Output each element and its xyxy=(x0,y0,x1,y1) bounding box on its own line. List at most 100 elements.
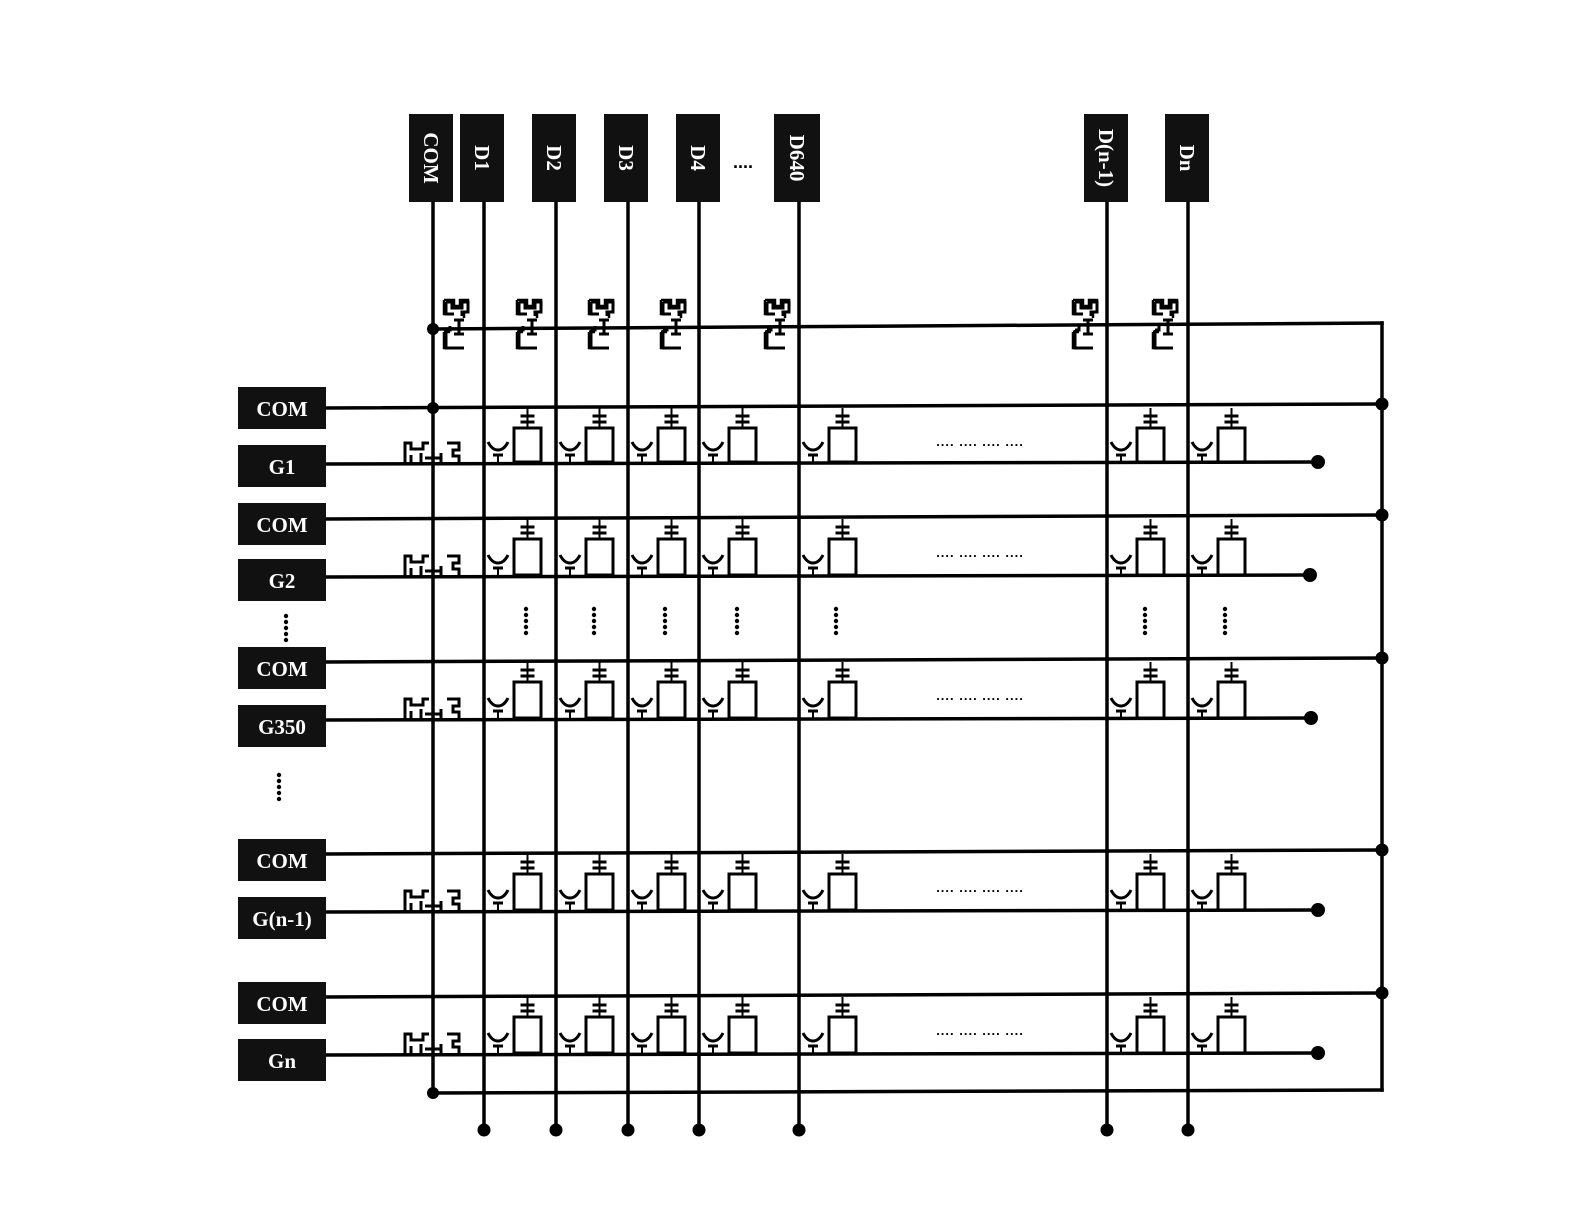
left-label-com-1: COM xyxy=(238,387,326,429)
vertical-ellipsis xyxy=(523,624,529,630)
pixel-cell xyxy=(486,854,543,912)
label-text: D2 xyxy=(542,145,566,171)
gate-line xyxy=(324,460,1320,466)
data-line-end-dot xyxy=(792,1123,806,1137)
junction-dot xyxy=(1375,508,1389,522)
vertical-ellipsis xyxy=(734,630,740,636)
gate-line-end-dot xyxy=(1311,903,1325,917)
pixel-electrode xyxy=(827,1015,858,1055)
label-text: Gn xyxy=(268,1049,296,1073)
vertical-ellipsis xyxy=(1142,606,1148,612)
pixel-electrode xyxy=(1216,426,1247,464)
top-label-dn-1: D(n-1) xyxy=(1084,114,1128,202)
pixel-tft-icon xyxy=(1190,554,1214,565)
vertical-ellipsis xyxy=(591,606,597,612)
vertical-ellipsis xyxy=(1222,630,1228,636)
pixel-cell xyxy=(801,997,858,1055)
vertical-ellipsis xyxy=(662,618,668,624)
protection-tft-icon xyxy=(587,298,615,350)
gate-line-end-dot xyxy=(1303,568,1317,582)
pixel-electrode xyxy=(1216,537,1247,577)
vertical-ellipsis xyxy=(591,630,597,636)
vertical-ellipsis xyxy=(523,618,529,624)
pixel-cell xyxy=(486,519,543,577)
vertical-ellipsis xyxy=(833,624,839,630)
pixel-cell xyxy=(630,854,687,912)
row-ellipsis: .... .... .... .... xyxy=(936,880,1024,895)
top-label-com-top: COM xyxy=(409,114,453,202)
pixel-tft-icon xyxy=(801,1032,825,1043)
data-line-end-dot xyxy=(692,1123,706,1137)
pixel-cell xyxy=(801,662,858,720)
ellipses: .... .... .... .... .... .... .... .... ..… xyxy=(276,152,1228,1038)
pixel-tft-icon xyxy=(486,889,510,900)
left-label-gn-1: G(n-1) xyxy=(238,897,326,939)
label-text: D(n-1) xyxy=(1094,129,1118,187)
tft-body xyxy=(515,298,543,350)
vertical-ellipsis xyxy=(1142,624,1148,630)
pixel-tft-icon xyxy=(701,441,725,452)
vertical-ellipsis xyxy=(283,631,289,637)
pixel-tft-icon xyxy=(801,697,825,708)
label-text: D3 xyxy=(614,145,638,171)
pixel-tft-icon xyxy=(801,554,825,565)
pixel-tft-icon xyxy=(701,1032,725,1043)
bottom-shorting-bar xyxy=(431,1088,1384,1095)
pixel-cell xyxy=(1109,854,1166,912)
vertical-ellipsis xyxy=(523,630,529,636)
pixel-cell xyxy=(801,519,858,577)
pixel-electrode xyxy=(1135,1015,1166,1055)
top-label-d1: D1 xyxy=(460,114,504,202)
vertical-ellipsis xyxy=(662,606,668,612)
pixel-cell xyxy=(558,662,615,720)
vertical-ellipsis xyxy=(1222,624,1228,630)
left-label-com-2: COM xyxy=(238,503,326,545)
pixel-cell xyxy=(1109,408,1166,464)
pixel-cell xyxy=(630,519,687,577)
top-label-dn: Dn xyxy=(1165,114,1209,202)
row-ellipsis: .... .... .... .... xyxy=(936,688,1024,703)
vertical-ellipsis xyxy=(734,624,740,630)
vertical-ellipsis xyxy=(276,796,282,802)
pixel-electrode xyxy=(727,537,758,577)
left-label-g350: G350 xyxy=(238,705,326,747)
pixel-cell xyxy=(486,662,543,720)
pixel-cell xyxy=(701,519,758,577)
pixel-tft-icon xyxy=(701,554,725,565)
pixel-tft-icon xyxy=(486,554,510,565)
pixel-electrode xyxy=(727,426,758,464)
top-ellipsis: .... xyxy=(733,152,753,172)
vertical-ellipsis xyxy=(1142,630,1148,636)
label-text: G1 xyxy=(269,455,296,479)
pixel-tft-icon xyxy=(1109,441,1133,452)
pixel-electrode xyxy=(1216,872,1247,912)
vertical-ellipsis xyxy=(662,612,668,618)
vertical-ellipsis xyxy=(734,618,740,624)
pixel-electrode xyxy=(584,537,615,577)
pixel-electrode xyxy=(656,537,687,577)
pixel-tft-icon xyxy=(558,697,582,708)
pixel-electrode xyxy=(1135,426,1166,464)
vertical-ellipsis xyxy=(662,630,668,636)
label-text: COM xyxy=(256,849,308,873)
pixel-electrode xyxy=(656,1015,687,1055)
pixel-electrode xyxy=(512,680,543,720)
pixel-cell xyxy=(701,854,758,912)
vertical-ellipsis xyxy=(833,630,839,636)
pixel-electrode xyxy=(656,426,687,464)
protection-tft-icon xyxy=(763,298,791,350)
left-label-com-4: COM xyxy=(238,839,326,881)
pixel-tft-icon xyxy=(1190,697,1214,708)
pixel-tft-icon xyxy=(1109,554,1133,565)
pixel-cell xyxy=(1190,662,1247,720)
vertical-ellipsis xyxy=(833,612,839,618)
pixel-tft-icon xyxy=(558,441,582,452)
vertical-ellipsis xyxy=(1142,618,1148,624)
pixel-cell xyxy=(1190,408,1247,464)
pixel-electrode xyxy=(584,426,615,464)
junction-dot xyxy=(1375,843,1389,857)
pixel-electrode xyxy=(1135,537,1166,577)
pixel-electrode xyxy=(584,680,615,720)
pixel-tft-icon xyxy=(630,889,654,900)
pixel-cell xyxy=(1109,662,1166,720)
